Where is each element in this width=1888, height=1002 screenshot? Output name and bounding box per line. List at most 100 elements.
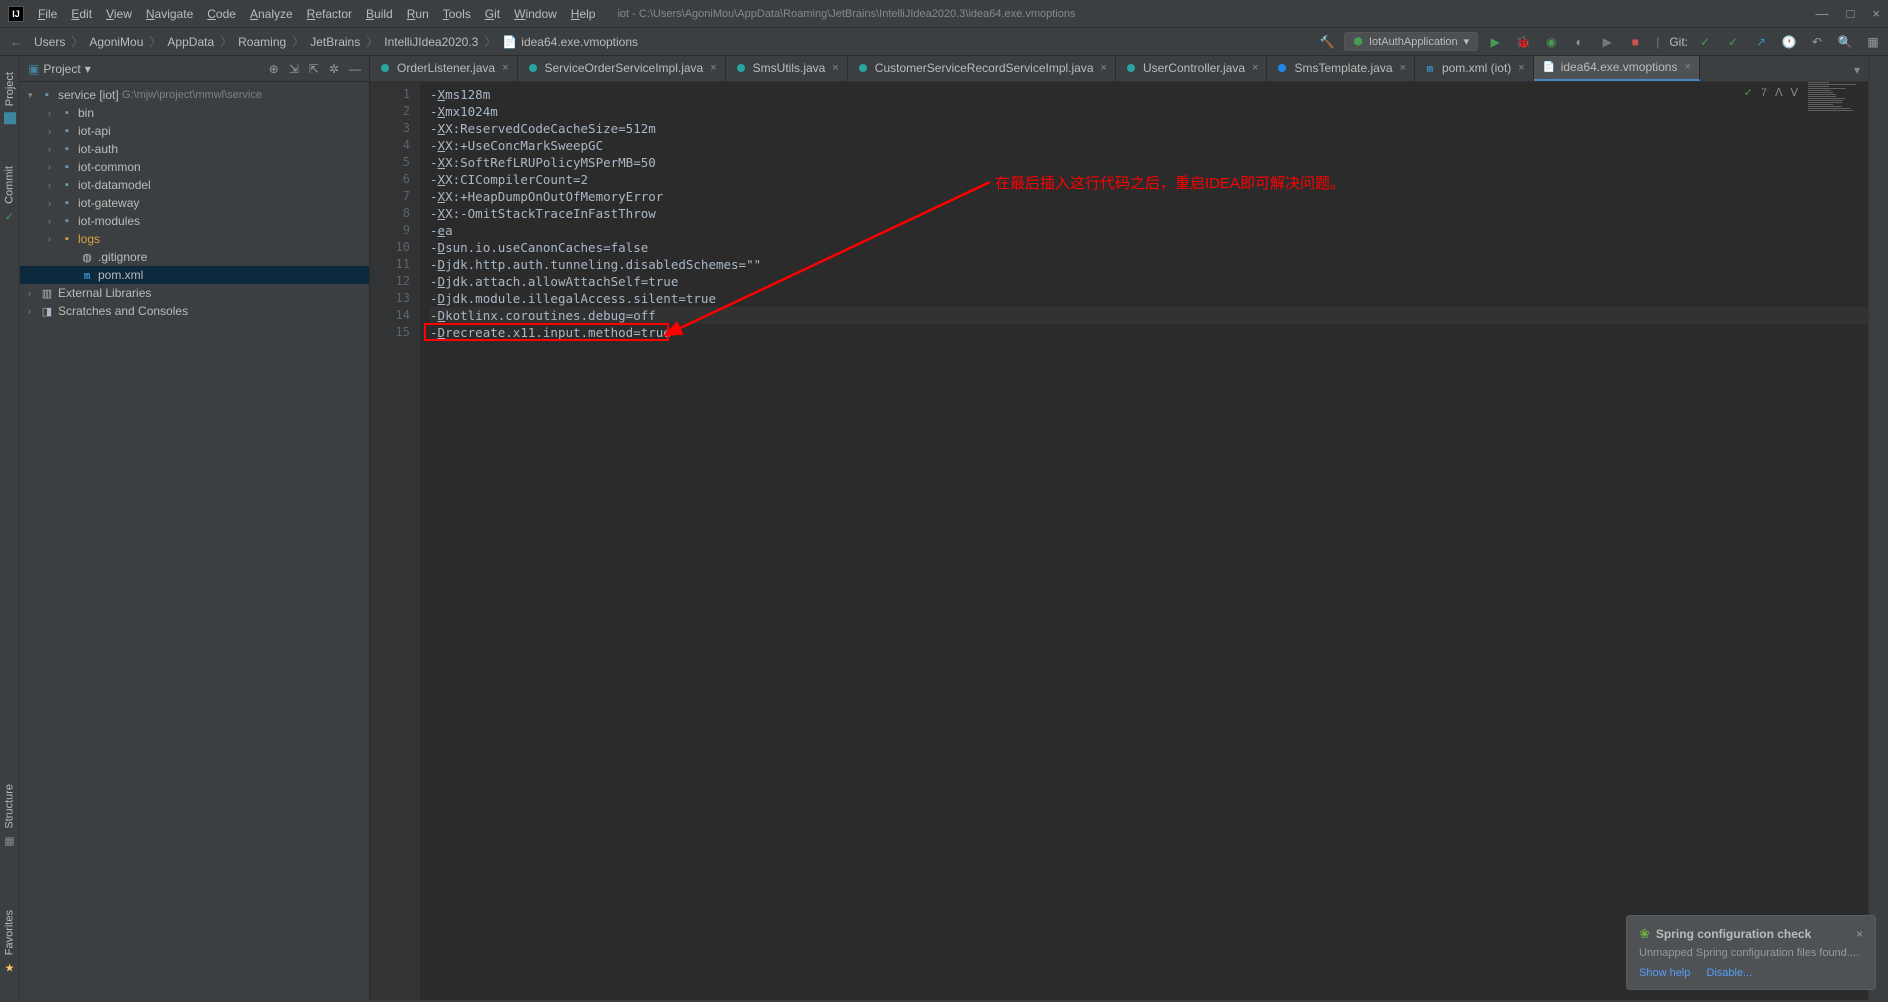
menu-window[interactable]: Window	[508, 5, 563, 23]
prev-issue-button[interactable]: ᐱ	[1775, 86, 1783, 99]
menu-run[interactable]: Run	[401, 5, 435, 23]
tree-node[interactable]: ›▪logs	[20, 230, 369, 248]
git-update-button[interactable]: ✓	[1694, 31, 1716, 53]
collapse-all-button[interactable]: ⇱	[309, 62, 319, 76]
search-button[interactable]: 🔍	[1834, 31, 1856, 53]
hide-panel-button[interactable]: —	[349, 62, 361, 76]
code-content[interactable]: -Xms128m-Xmx1024m-XX:ReservedCodeCacheSi…	[420, 82, 1868, 1000]
menu-build[interactable]: Build	[360, 5, 399, 23]
attach-button[interactable]: ▶	[1596, 31, 1618, 53]
close-tab-button[interactable]: ×	[1101, 62, 1107, 74]
nav-back-button[interactable]: ←	[4, 35, 28, 49]
breadcrumb-item[interactable]: AgoniMou	[83, 35, 149, 49]
editor-inspection-status[interactable]: ✓ 7 ᐱ ᐯ	[1744, 86, 1798, 99]
tree-node[interactable]: ›◨Scratches and Consoles	[20, 302, 369, 320]
editor-tab[interactable]: CustomerServiceRecordServiceImpl.java ×	[848, 56, 1116, 81]
menu-tools[interactable]: Tools	[437, 5, 477, 23]
menu-analyze[interactable]: Analyze	[244, 5, 299, 23]
ide-settings-button[interactable]: ▦	[1862, 31, 1884, 53]
project-panel-header: ▣ Project ▾ ⊕ ⇲ ⇱ ✲ —	[20, 56, 369, 82]
menu-file[interactable]: File	[32, 5, 63, 23]
close-tab-button[interactable]: ×	[710, 62, 716, 74]
coverage-button[interactable]: ◉	[1540, 31, 1562, 53]
project-tree[interactable]: ▾ ▪ service [iot] G:\mjw\project\mmwl\se…	[20, 82, 369, 324]
select-opened-file-button[interactable]: ⊕	[269, 62, 279, 76]
chevron-down-icon: ▾	[1464, 35, 1470, 48]
chevron-down-icon[interactable]: ▾	[85, 62, 91, 76]
tree-node[interactable]: ›▪iot-common	[20, 158, 369, 176]
notif-disable-link[interactable]: Disable...	[1706, 967, 1752, 979]
editor-tab[interactable]: 📄idea64.exe.vmoptions×	[1534, 56, 1700, 81]
breadcrumb-separator: 〉	[366, 33, 378, 50]
git-history-button[interactable]: 🕐	[1778, 31, 1800, 53]
git-push-button[interactable]: ↗	[1750, 31, 1772, 53]
menu-git[interactable]: Git	[479, 5, 506, 23]
debug-button[interactable]: 🐞	[1512, 31, 1534, 53]
tree-node[interactable]: ›▪iot-modules	[20, 212, 369, 230]
menu-edit[interactable]: Edit	[65, 5, 98, 23]
tab-label: CustomerServiceRecordServiceImpl.java	[875, 61, 1094, 75]
panel-settings-button[interactable]: ✲	[329, 62, 339, 76]
editor-tab[interactable]: OrderListener.java×	[370, 56, 518, 81]
expand-all-button[interactable]: ⇲	[289, 62, 299, 76]
breadcrumb-item[interactable]: IntelliJIdea2020.3	[378, 35, 484, 49]
menu-refactor[interactable]: Refactor	[301, 5, 358, 23]
tree-node[interactable]: mpom.xml	[20, 266, 369, 284]
run-button[interactable]: ▶	[1484, 31, 1506, 53]
tree-node[interactable]: ◍.gitignore	[20, 248, 369, 266]
editor-tab[interactable]: SmsUtils.java×	[726, 56, 848, 81]
project-root-node[interactable]: ▾ ▪ service [iot] G:\mjw\project\mmwl\se…	[20, 86, 369, 104]
window-minimize-button[interactable]: —	[1816, 6, 1829, 21]
commit-tool-tab[interactable]: ✓Commit	[1, 160, 18, 229]
git-commit-button[interactable]: ✓	[1722, 31, 1744, 53]
close-tab-button[interactable]: ×	[832, 62, 838, 74]
stop-button[interactable]: ■	[1624, 31, 1646, 53]
structure-tool-tab[interactable]: ▦Structure	[1, 778, 18, 854]
profile-button[interactable]: ◐	[1568, 31, 1590, 53]
editor-tab[interactable]: SmsTemplate.java ×	[1267, 56, 1414, 81]
tab-label: SmsTemplate.java	[1294, 61, 1392, 75]
favorites-tool-tab[interactable]: ★Favorites	[1, 904, 18, 980]
editor-tab[interactable]: ServiceOrderServiceImpl.java×	[518, 56, 726, 81]
run-config-selector[interactable]: ⬢ IotAuthApplication ▾	[1344, 32, 1478, 51]
tab-dropdown-button[interactable]: ▾	[1846, 59, 1868, 81]
app-icon: IJ	[8, 6, 24, 22]
close-tab-button[interactable]: ×	[502, 62, 508, 74]
breadcrumb-item[interactable]: Roaming	[232, 35, 292, 49]
close-notification-button[interactable]: ×	[1856, 927, 1863, 941]
notif-show-help-link[interactable]: Show help	[1639, 967, 1690, 979]
tree-node[interactable]: ›▪bin	[20, 104, 369, 122]
editor-tab[interactable]: mpom.xml (iot)×	[1415, 56, 1534, 81]
menu-navigate[interactable]: Navigate	[140, 5, 199, 23]
editor-minimap[interactable]	[1808, 82, 1868, 282]
tree-node[interactable]: ›▪iot-gateway	[20, 194, 369, 212]
breadcrumb-item[interactable]: Users	[28, 35, 71, 49]
breadcrumb-item[interactable]: AppData	[161, 35, 220, 49]
breadcrumb-separator: 〉	[484, 33, 496, 50]
title-bar: IJ FileEditViewNavigateCodeAnalyzeRefact…	[0, 0, 1888, 28]
tree-node[interactable]: ›▪iot-api	[20, 122, 369, 140]
git-label: Git:	[1669, 35, 1688, 49]
menu-view[interactable]: View	[100, 5, 138, 23]
close-tab-button[interactable]: ×	[1252, 62, 1258, 74]
project-tool-tab[interactable]: Project	[2, 66, 18, 130]
next-issue-button[interactable]: ᐯ	[1790, 86, 1798, 99]
close-tab-button[interactable]: ×	[1518, 62, 1524, 74]
tree-node[interactable]: ›▪iot-auth	[20, 140, 369, 158]
tree-node[interactable]: ›▪iot-datamodel	[20, 176, 369, 194]
window-close-button[interactable]: ×	[1872, 6, 1880, 21]
editor-gutter[interactable]: 123456789101112131415	[370, 82, 420, 1000]
close-tab-button[interactable]: ×	[1400, 62, 1406, 74]
git-rollback-button[interactable]: ↶	[1806, 31, 1828, 53]
window-maximize-button[interactable]: □	[1847, 6, 1855, 21]
close-tab-button[interactable]: ×	[1684, 61, 1690, 73]
menu-help[interactable]: Help	[565, 5, 602, 23]
build-button[interactable]: 🔨	[1316, 31, 1338, 53]
code-editor[interactable]: 123456789101112131415 -Xms128m-Xmx1024m-…	[370, 82, 1868, 1000]
notification-title: Spring configuration check	[1656, 927, 1811, 941]
editor-tab[interactable]: UserController.java×	[1116, 56, 1267, 81]
breadcrumb-item[interactable]: JetBrains	[304, 35, 366, 49]
tree-node[interactable]: ›▥External Libraries	[20, 284, 369, 302]
breadcrumb-item[interactable]: 📄 idea64.exe.vmoptions	[496, 35, 644, 49]
menu-code[interactable]: Code	[201, 5, 242, 23]
